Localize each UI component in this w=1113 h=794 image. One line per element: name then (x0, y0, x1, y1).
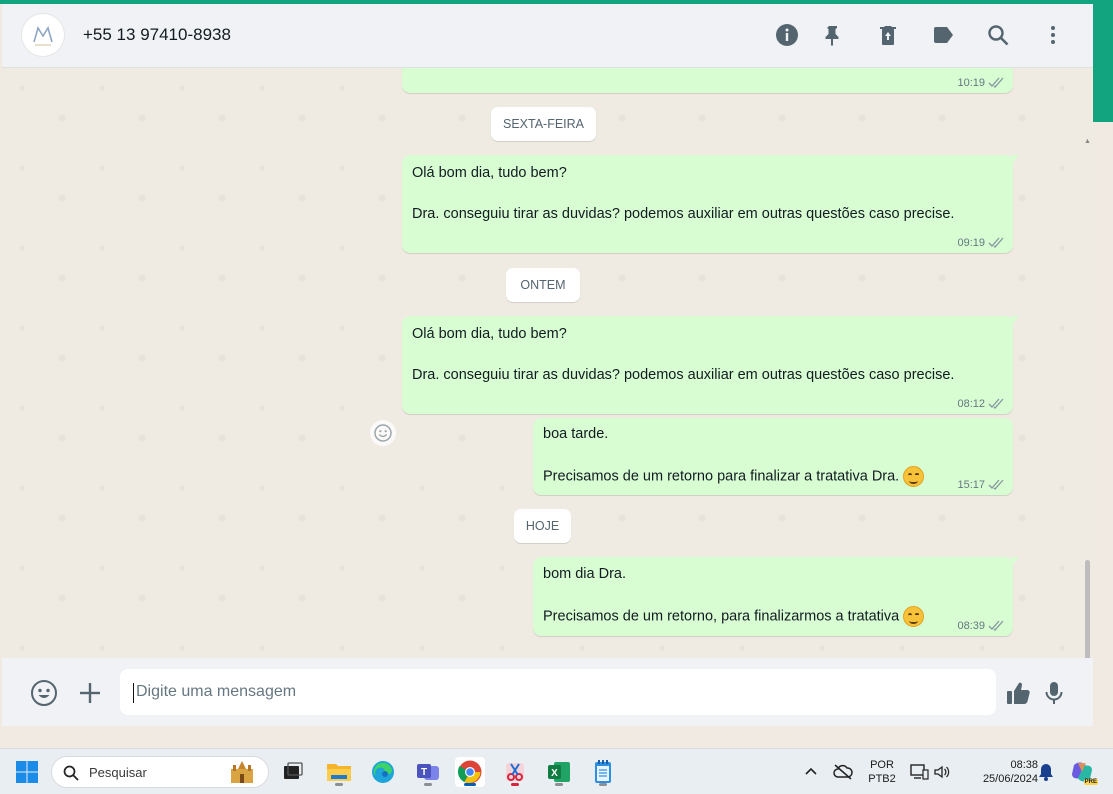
running-indicator (335, 783, 343, 786)
contact-name[interactable]: +55 13 97410-8938 (83, 25, 231, 45)
svg-text:X: X (551, 768, 558, 779)
emoji-icon[interactable] (29, 678, 59, 708)
bubble-tail (1011, 316, 1019, 326)
logo-icon (33, 26, 53, 46)
message-text: Precisamos de um retorno para finalizar … (543, 468, 900, 485)
task-view-icon[interactable] (278, 757, 308, 787)
notepad-icon[interactable] (588, 757, 618, 787)
windows-start-icon[interactable] (12, 757, 42, 787)
message-time: 15:17 (957, 479, 985, 491)
date-divider: ONTEM (506, 268, 580, 302)
thumbs-up-icon[interactable] (1003, 678, 1033, 708)
label-icon[interactable] (930, 22, 956, 48)
chat-header: +55 13 97410-8938 (2, 4, 1093, 68)
contact-avatar[interactable] (21, 13, 65, 57)
menu-icon[interactable] (1040, 22, 1066, 48)
chrome-icon[interactable] (455, 757, 485, 787)
message-bubble[interactable]: Olá bom dia, tudo bem? Dra. conseguiu ti… (402, 155, 1019, 253)
microphone-icon[interactable] (1039, 678, 1069, 708)
notification-bell-icon[interactable] (1034, 757, 1058, 787)
running-indicator (511, 783, 519, 786)
snipping-tool-icon[interactable] (500, 757, 530, 787)
excel-icon[interactable]: X (544, 757, 574, 787)
message-text: boa tarde. (543, 426, 609, 442)
running-indicator (424, 783, 432, 786)
message-time: 08:39 (957, 620, 985, 632)
bubble-tail (1011, 155, 1019, 165)
message-text: bom dia Dra. (543, 566, 627, 582)
pin-icon[interactable] (820, 22, 846, 48)
taskbar-search[interactable]: Pesquisar (51, 756, 269, 788)
read-ticks-icon (988, 479, 1004, 490)
attach-plus-icon[interactable] (75, 678, 105, 708)
taskbar: Pesquisar T X POR PTB2 08:38 25/06/2024 … (0, 748, 1113, 794)
message-bubble[interactable]: 10:19 (402, 68, 1013, 93)
read-ticks-icon (988, 620, 1004, 631)
scroll-up-arrow[interactable]: ▲ (1084, 138, 1091, 145)
cloud-off-icon[interactable] (829, 757, 857, 787)
date-divider: HOJE (514, 509, 571, 543)
message-time: 10:19 (957, 77, 985, 89)
copilot-icon[interactable]: PRE (1066, 757, 1098, 787)
festival-highlight-icon (231, 761, 253, 783)
message-time: 08:12 (957, 398, 985, 410)
message-list[interactable]: 10:19 SEXTA-FEIRA Olá bom dia, tudo bem?… (2, 68, 1093, 658)
read-ticks-icon (988, 398, 1004, 409)
active-indicator (464, 783, 476, 786)
text-cursor (133, 683, 134, 703)
message-line: Precisamos de um retorno para finalizar … (543, 466, 925, 487)
message-input[interactable] (120, 669, 996, 715)
keyboard-layout: PTB2 (868, 773, 896, 785)
network-icon[interactable] (906, 757, 932, 787)
smiling-face-emoji-icon (903, 466, 925, 487)
right-accent-bar (1093, 0, 1113, 122)
chevron-up-icon[interactable] (798, 757, 824, 787)
message-text: Dra. conseguiu tirar as duvidas? podemos… (412, 367, 955, 383)
message-bubble[interactable]: bom dia Dra. Precisamos de um retorno, p… (533, 557, 1019, 636)
teams-icon[interactable]: T (413, 757, 443, 787)
search-placeholder: Pesquisar (89, 765, 147, 780)
running-indicator (599, 783, 607, 786)
input-language[interactable]: POR PTB2 (864, 758, 900, 786)
volume-icon[interactable] (930, 757, 954, 787)
search-icon[interactable] (985, 22, 1011, 48)
whatsapp-window: +55 13 97410-8938 10:19 SEXTA-FEIRA Olá … (0, 0, 1113, 748)
message-time: 09:19 (957, 237, 985, 249)
preview-badge: PRE (1083, 779, 1098, 785)
bubble-tail (1011, 557, 1019, 567)
scrollbar-thumb[interactable] (1085, 560, 1090, 658)
running-indicator (555, 783, 563, 786)
message-bubble[interactable]: Olá bom dia, tudo bem? Dra. conseguiu ti… (402, 316, 1019, 414)
clock-time: 08:38 (1010, 759, 1038, 771)
message-text: Precisamos de um retorno, para finalizar… (543, 608, 900, 625)
message-bubble[interactable]: boa tarde. Precisamos de um retorno para… (533, 418, 1013, 495)
read-ticks-icon (988, 237, 1004, 248)
react-emoji-icon[interactable] (370, 420, 396, 446)
file-explorer-icon[interactable] (324, 757, 354, 787)
message-text: Olá bom dia, tudo bem? (412, 326, 567, 342)
edge-browser-icon[interactable] (368, 757, 398, 787)
language-code: POR (870, 759, 894, 771)
message-text: Dra. conseguiu tirar as duvidas? podemos… (412, 206, 955, 222)
composer-bar (2, 658, 1093, 726)
clock[interactable]: 08:38 25/06/2024 (962, 758, 1038, 786)
info-icon[interactable] (774, 22, 800, 48)
search-icon (63, 765, 79, 781)
smiling-face-emoji-icon (903, 606, 925, 627)
message-text: Olá bom dia, tudo bem? (412, 165, 567, 181)
read-ticks-icon (988, 77, 1004, 88)
delete-icon[interactable] (875, 22, 901, 48)
message-line: Precisamos de um retorno, para finalizar… (543, 606, 925, 627)
date-divider: SEXTA-FEIRA (491, 107, 596, 141)
clock-date: 25/06/2024 (982, 773, 1038, 785)
svg-text:T: T (421, 767, 427, 778)
